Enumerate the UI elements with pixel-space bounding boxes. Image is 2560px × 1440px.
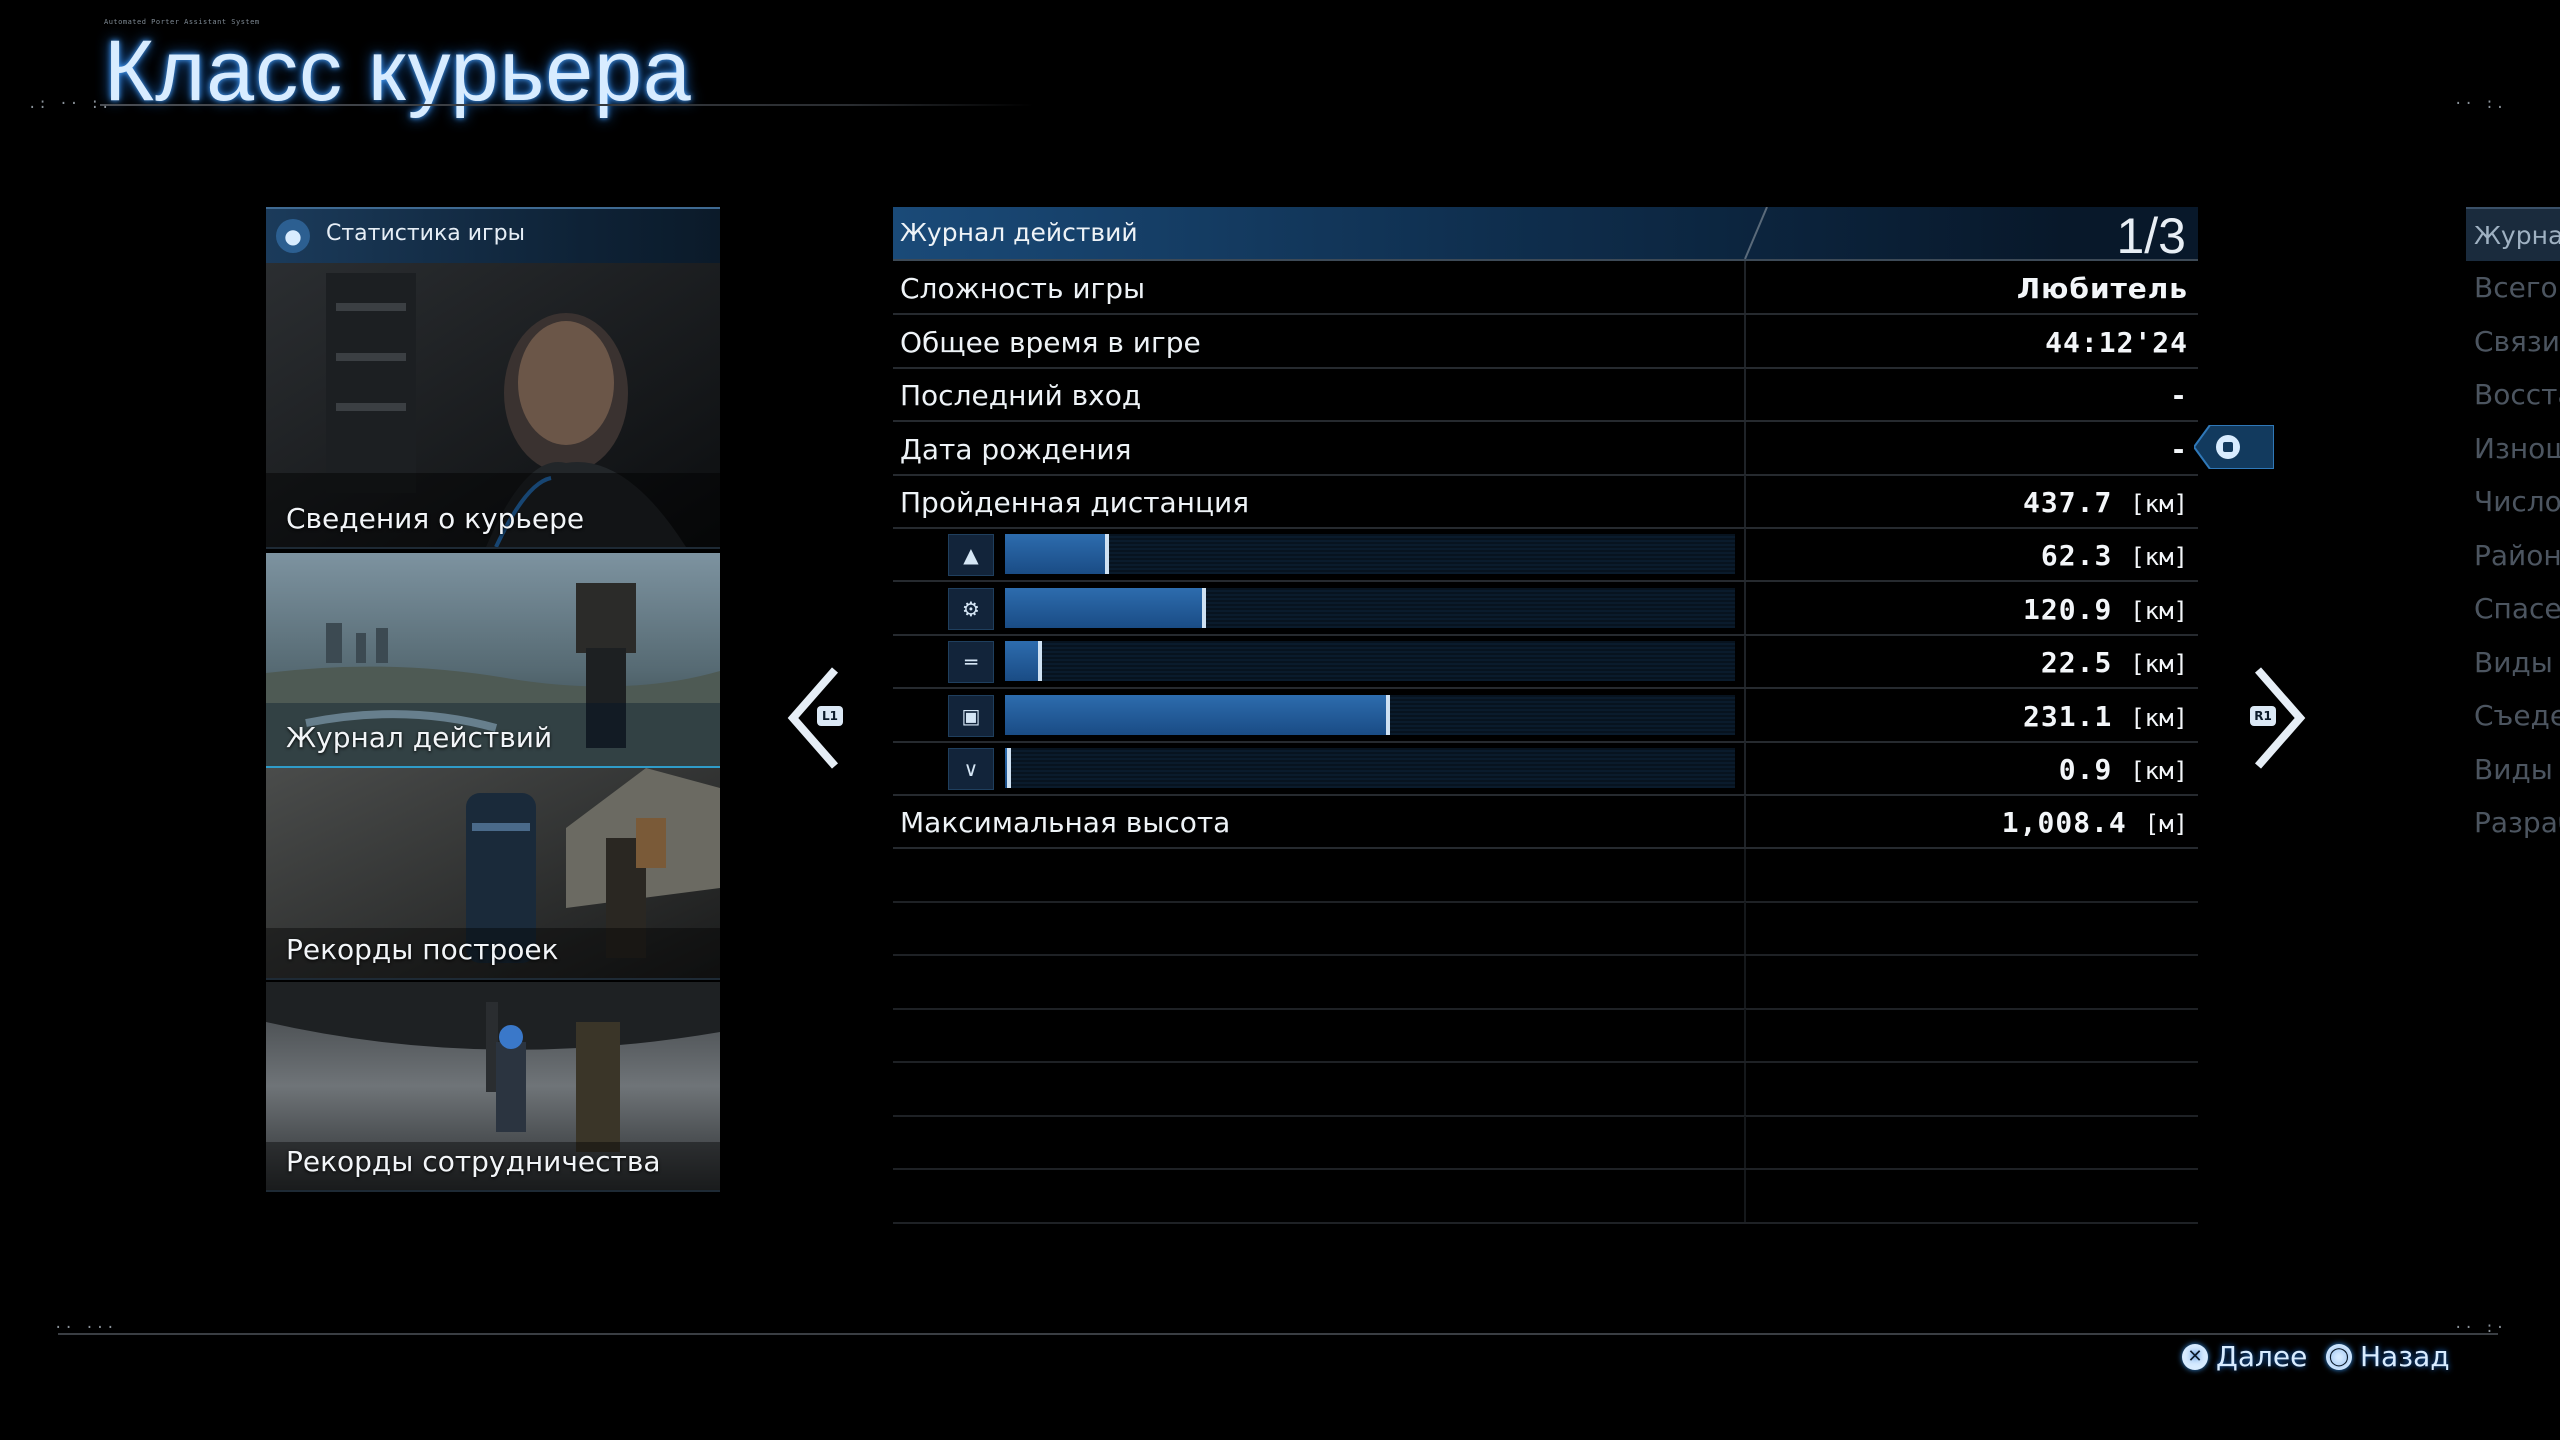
distance-bar-fill [1005, 534, 1109, 574]
distance-row-bike: ⚙ 120.9 [км] [893, 582, 2198, 636]
preview-item: Съеден [2474, 699, 2560, 732]
empty-row [893, 1116, 2198, 1170]
empty-row [893, 1170, 2198, 1224]
distance-value: 0.9 [км] [2058, 753, 2188, 786]
distance-value: 22.5 [км] [2040, 646, 2188, 679]
stat-value: Любитель [2016, 272, 2188, 305]
next-page-button[interactable]: R1 [2248, 666, 2308, 770]
stat-row-birthday: Дата рождения - [893, 422, 2198, 476]
distance-bar-fill [1005, 588, 1206, 628]
distance-bar-fill [1005, 641, 1042, 681]
stat-value: 44:12'24 [2045, 326, 2188, 359]
corner-dots-tl: .: ·· :. [28, 96, 112, 112]
stat-label: Пройденная дистанция [900, 486, 1250, 519]
stat-label: Максимальная высота [900, 806, 1231, 839]
stat-row-distance: Пройденная дистанция 437.7 [км] [893, 475, 2198, 529]
menu-item-action-log[interactable]: Журнал действий [266, 553, 720, 768]
preview-item: Число [2474, 485, 2560, 518]
next-page-preview: Журнал Всего д Связи Восста Изнош Число … [2466, 207, 2560, 847]
distance-row-truck: ▣ 231.1 [км] [893, 689, 2198, 743]
empty-row [893, 1009, 2198, 1063]
distance-value: 231.1 [км] [2023, 700, 2188, 733]
touchpad-edit-button[interactable] [2194, 425, 2274, 469]
back-prompt[interactable]: ◯ Назад [2326, 1340, 2450, 1373]
stat-label: Сложность игры [900, 272, 1146, 305]
stat-label: Последний вход [900, 379, 1142, 412]
stat-row-max-height: Максимальная высота 1,008.4 [м] [893, 795, 2198, 849]
stat-label: Общее время в игре [900, 326, 1201, 359]
left-menu-header-label: Статистика игры [326, 221, 525, 246]
distance-bar-track [1005, 695, 1735, 735]
distance-bar-track [1005, 641, 1735, 681]
preview-item: Разраб [2474, 806, 2560, 839]
r1-badge: R1 [2250, 706, 2276, 726]
preview-item: Восста [2474, 378, 2560, 411]
stat-label: Дата рождения [900, 433, 1132, 466]
preview-item: Всего д [2474, 271, 2560, 304]
distance-row-other: ∨ 0.9 [км] [893, 742, 2198, 796]
footer-divider [58, 1333, 2498, 1335]
back-label: Назад [2360, 1340, 2450, 1373]
preview-item: Виды с [2474, 646, 2560, 679]
circle-button-icon: ◯ [2326, 1343, 2352, 1370]
next-prompt[interactable]: ✕ Далее [2182, 1340, 2307, 1373]
header-slash-decoration [1744, 207, 1768, 259]
stat-value: 437.7 [км] [2023, 486, 2188, 519]
menu-item-build-records[interactable]: Рекорды построек [266, 768, 720, 980]
distance-bar-track [1005, 748, 1735, 788]
preview-header: Журнал [2466, 207, 2560, 261]
distance-row-zipline: ═ 22.5 [км] [893, 635, 2198, 689]
distance-bar-fill [1005, 748, 1011, 788]
distance-row-foot: ▲ 62.3 [км] [893, 528, 2198, 582]
stats-section-title: Журнал действий [900, 218, 1138, 247]
distance-bar-track [1005, 534, 1735, 574]
zipline-icon: ═ [948, 641, 994, 683]
motorbike-icon: ⚙ [948, 588, 994, 630]
preview-item: Связи [2474, 325, 2560, 358]
menu-item-label: Сведения о курьере [286, 502, 585, 535]
distance-bar-track [1005, 588, 1735, 628]
footsteps-icon: ▲ [948, 534, 994, 576]
stats-header: Журнал действий 1/3 [893, 207, 2198, 264]
title-underline [100, 104, 1034, 106]
menu-item-coop-records[interactable]: Рекорды сотрудничества [266, 982, 720, 1192]
distance-bar-fill [1005, 695, 1390, 735]
empty-row [893, 1063, 2198, 1117]
truck-icon: ▣ [948, 695, 994, 737]
left-menu-header: ● Статистика игры [266, 207, 720, 263]
stat-value: - [2170, 433, 2188, 466]
stat-value: - [2170, 379, 2188, 412]
preview-item: Виды с [2474, 753, 2560, 786]
empty-row [893, 956, 2198, 1010]
cross-button-icon: ✕ [2182, 1343, 2208, 1370]
tool-icon: ∨ [948, 748, 994, 790]
distance-value: 62.3 [км] [2040, 539, 2188, 572]
next-label: Далее [2216, 1340, 2308, 1373]
stat-value: 1,008.4 [м] [2001, 806, 2188, 839]
menu-item-courier-info[interactable]: Сведения о курьере [266, 263, 720, 549]
page-indicator: 1/3 [2116, 208, 2186, 264]
empty-row [893, 902, 2198, 956]
stat-row-difficulty: Сложность игры Любитель [893, 261, 2198, 315]
stat-row-playtime: Общее время в игре 44:12'24 [893, 315, 2198, 369]
preview-item: Спасен [2474, 592, 2560, 625]
distance-value: 120.9 [км] [2023, 593, 2188, 626]
empty-row [893, 849, 2198, 903]
page-title: Класс курьера [104, 23, 692, 119]
preview-item: Изнош [2474, 432, 2560, 465]
stat-row-last-login: Последний вход - [893, 368, 2198, 422]
preview-item: Районн [2474, 539, 2560, 572]
menu-item-label: Журнал действий [286, 721, 553, 754]
menu-item-label: Рекорды сотрудничества [286, 1145, 661, 1178]
menu-item-label: Рекорды построек [286, 933, 559, 966]
corner-dots-tr: ·· :. [2454, 96, 2507, 112]
l1-badge: L1 [817, 706, 843, 726]
prev-page-button[interactable]: L1 [785, 666, 845, 770]
gamepad-icon: ● [276, 219, 310, 253]
